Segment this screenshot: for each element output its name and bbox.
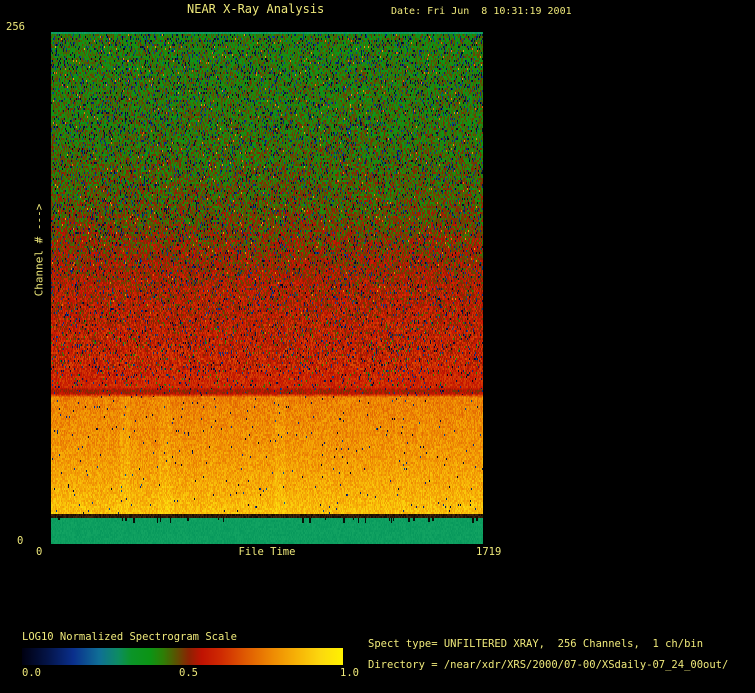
- plot-title: NEAR X-Ray Analysis: [187, 2, 325, 16]
- colorbar-title: LOG10 Normalized Spectrogram Scale: [22, 631, 237, 643]
- spectrogram-canvas: [51, 32, 483, 544]
- colorbar-tick-max: 1.0: [340, 667, 359, 679]
- x-axis-title: File Time: [238, 546, 296, 558]
- x-axis-min-tick: 0: [36, 546, 43, 558]
- date-label: Date: Fri Jun 8 10:31:19 2001: [391, 6, 572, 17]
- colorbar-tick-min: 0.0: [22, 667, 41, 679]
- y-axis-min-tick: 0: [17, 535, 24, 547]
- x-axis-max-tick: 1719: [476, 546, 502, 558]
- info-directory: Directory = /near/xdr/XRS/2000/07-00/XSd…: [368, 659, 729, 671]
- y-axis-max-tick: 256: [6, 21, 25, 33]
- colorbar-tick-mid: 0.5: [179, 667, 198, 679]
- colorbar-gradient: [22, 648, 343, 665]
- y-axis-title: Channel # --->: [32, 203, 46, 297]
- info-spect-type: Spect type= UNFILTERED XRAY, 256 Channel…: [368, 638, 704, 650]
